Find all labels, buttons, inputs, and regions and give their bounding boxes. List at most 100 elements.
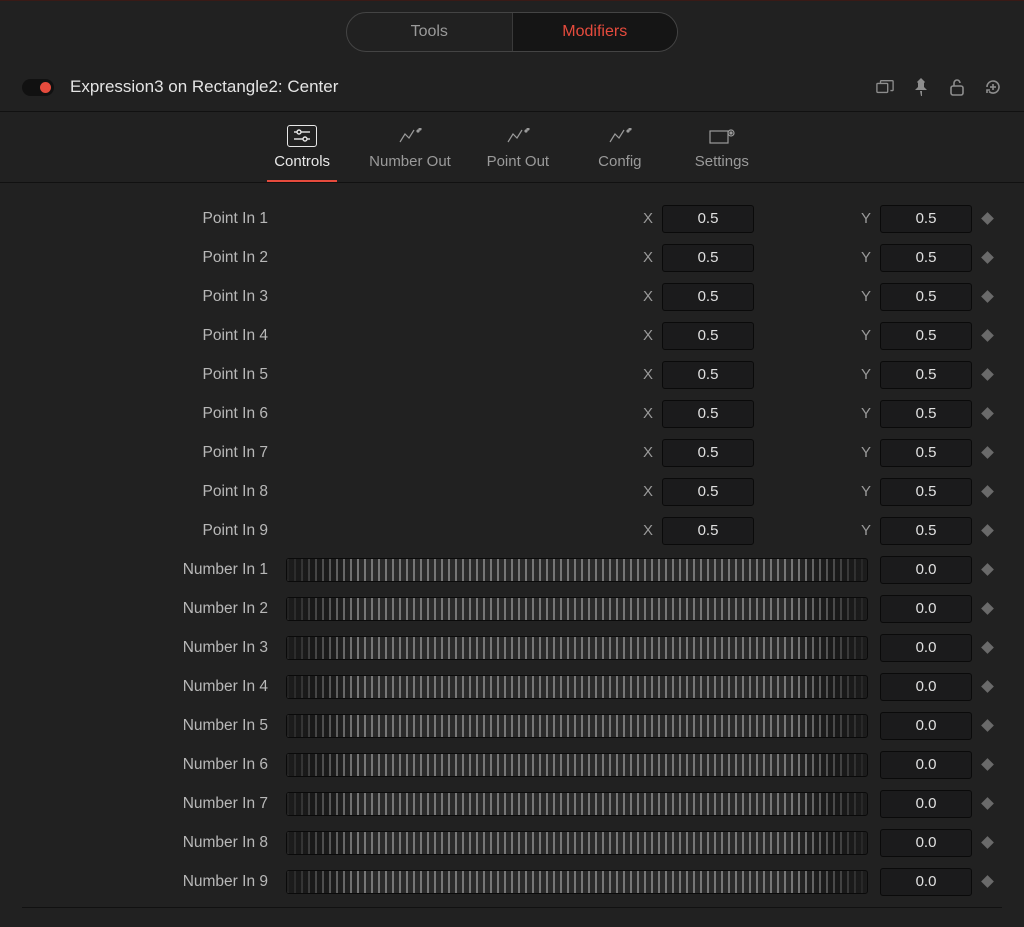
keyframe-toggle[interactable]	[972, 526, 1002, 535]
header-icon-group	[876, 78, 1002, 96]
axis-y-label: Y	[858, 366, 874, 383]
number-value-input[interactable]: 0.0	[880, 829, 972, 857]
keyframe-toggle[interactable]	[972, 643, 1002, 652]
keyframe-toggle[interactable]	[972, 682, 1002, 691]
diamond-icon	[981, 446, 994, 459]
number-value-input[interactable]: 0.0	[880, 634, 972, 662]
enable-toggle[interactable]	[22, 79, 54, 96]
param-label: Number In 4	[22, 678, 286, 696]
diamond-icon	[981, 563, 994, 576]
param-label: Number In 3	[22, 639, 286, 657]
number-value-input[interactable]: 0.0	[880, 790, 972, 818]
reset-icon[interactable]	[984, 78, 1002, 96]
point-x-input[interactable]: 0.5	[662, 205, 754, 233]
axis-y-label: Y	[858, 522, 874, 539]
param-label: Point In 3	[22, 288, 286, 306]
keyframe-toggle[interactable]	[972, 760, 1002, 769]
number-value-input[interactable]: 0.0	[880, 868, 972, 896]
diamond-icon	[981, 875, 994, 888]
point-y-input[interactable]: 0.5	[880, 517, 972, 545]
point-y-input[interactable]: 0.5	[880, 205, 972, 233]
lock-icon[interactable]	[948, 78, 966, 96]
top-pill: Tools Modifiers	[346, 12, 678, 52]
keyframe-toggle[interactable]	[972, 565, 1002, 574]
keyframe-toggle[interactable]	[972, 370, 1002, 379]
keyframe-toggle[interactable]	[972, 877, 1002, 886]
point-in-row: Point In 2X0.5Y0.5	[22, 238, 1002, 277]
thumbwheel-slider[interactable]	[286, 831, 868, 855]
node-header: Expression3 on Rectangle2: Center	[0, 63, 1024, 112]
axis-y-label: Y	[858, 483, 874, 500]
point-y-input[interactable]: 0.5	[880, 400, 972, 428]
point-x-input[interactable]: 0.5	[662, 400, 754, 428]
tab-settings[interactable]: Settings	[687, 125, 757, 182]
tab-modifiers[interactable]: Modifiers	[512, 13, 678, 51]
params-panel: Point In 1X0.5Y0.5Point In 2X0.5Y0.5Poin…	[0, 183, 1024, 927]
point-y-input[interactable]: 0.5	[880, 322, 972, 350]
point-in-row: Point In 6X0.5Y0.5	[22, 394, 1002, 433]
number-value-input[interactable]: 0.0	[880, 751, 972, 779]
tab-number-out[interactable]: Number Out	[369, 125, 451, 182]
keyframe-toggle[interactable]	[972, 487, 1002, 496]
keyframe-toggle[interactable]	[972, 838, 1002, 847]
thumbwheel-slider[interactable]	[286, 792, 868, 816]
number-in-row: Number In 70.0	[22, 784, 1002, 823]
keyframe-toggle[interactable]	[972, 214, 1002, 223]
tab-point-out[interactable]: Point Out	[483, 125, 553, 182]
keyframe-toggle[interactable]	[972, 253, 1002, 262]
number-value-input[interactable]: 0.0	[880, 712, 972, 740]
point-y-input[interactable]: 0.5	[880, 361, 972, 389]
thumbwheel-slider[interactable]	[286, 675, 868, 699]
diamond-icon	[981, 758, 994, 771]
versions-icon[interactable]	[876, 78, 894, 96]
axis-x-label: X	[640, 327, 656, 344]
thumbwheel-slider[interactable]	[286, 753, 868, 777]
diamond-icon	[981, 797, 994, 810]
keyframe-toggle[interactable]	[972, 799, 1002, 808]
keyframe-toggle[interactable]	[972, 409, 1002, 418]
keyframe-toggle[interactable]	[972, 448, 1002, 457]
thumbwheel-slider[interactable]	[286, 636, 868, 660]
axis-x-label: X	[640, 522, 656, 539]
keyframe-toggle[interactable]	[972, 331, 1002, 340]
point-x-input[interactable]: 0.5	[662, 244, 754, 272]
number-in-row: Number In 60.0	[22, 745, 1002, 784]
number-value-input[interactable]: 0.0	[880, 556, 972, 584]
tab-tools[interactable]: Tools	[347, 13, 512, 51]
number-value-input[interactable]: 0.0	[880, 595, 972, 623]
diamond-icon	[981, 251, 994, 264]
point-y-input[interactable]: 0.5	[880, 439, 972, 467]
point-x-input[interactable]: 0.5	[662, 361, 754, 389]
diamond-icon	[981, 602, 994, 615]
panel-divider	[22, 907, 1002, 908]
axis-x-label: X	[640, 210, 656, 227]
keyframe-toggle[interactable]	[972, 604, 1002, 613]
point-y-input[interactable]: 0.5	[880, 244, 972, 272]
tab-point-out-label: Point Out	[487, 153, 550, 170]
point-y-input[interactable]: 0.5	[880, 283, 972, 311]
tab-config-label: Config	[598, 153, 641, 170]
param-label: Point In 1	[22, 210, 286, 228]
thumbwheel-slider[interactable]	[286, 714, 868, 738]
tab-controls[interactable]: Controls	[267, 125, 337, 182]
pin-icon[interactable]	[912, 78, 930, 96]
keyframe-toggle[interactable]	[972, 292, 1002, 301]
point-x-input[interactable]: 0.5	[662, 517, 754, 545]
diamond-icon	[981, 641, 994, 654]
point-x-input[interactable]: 0.5	[662, 478, 754, 506]
axis-x-label: X	[640, 288, 656, 305]
point-x-input[interactable]: 0.5	[662, 283, 754, 311]
point-x-input[interactable]: 0.5	[662, 322, 754, 350]
param-label: Number In 5	[22, 717, 286, 735]
point-y-input[interactable]: 0.5	[880, 478, 972, 506]
point-x-input[interactable]: 0.5	[662, 439, 754, 467]
number-value-input[interactable]: 0.0	[880, 673, 972, 701]
thumbwheel-slider[interactable]	[286, 558, 868, 582]
keyframe-toggle[interactable]	[972, 721, 1002, 730]
param-label: Number In 2	[22, 600, 286, 618]
thumbwheel-slider[interactable]	[286, 870, 868, 894]
thumbwheel-slider[interactable]	[286, 597, 868, 621]
number-in-row: Number In 80.0	[22, 823, 1002, 862]
config-icon	[605, 125, 635, 147]
tab-config[interactable]: Config	[585, 125, 655, 182]
